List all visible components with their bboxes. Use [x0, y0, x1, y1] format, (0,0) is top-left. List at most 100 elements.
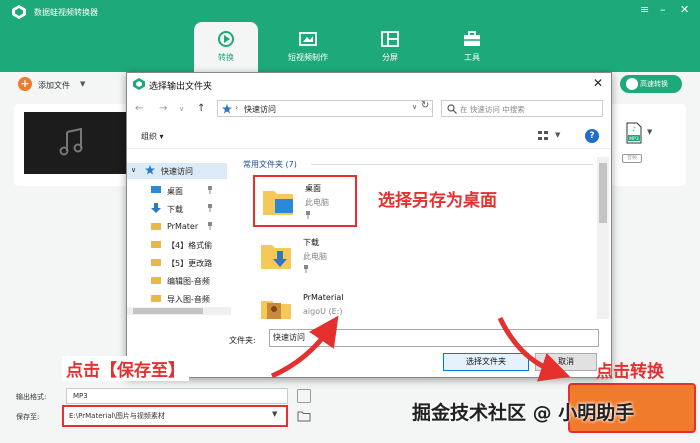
folder-location: 此电脑: [305, 198, 329, 207]
folder-name: 下载: [303, 238, 319, 247]
search-box[interactable]: 在 快速访问 中搜索: [441, 100, 603, 117]
organize-button[interactable]: 组织 ▾: [141, 131, 164, 142]
tab-label: 短视频制作: [288, 53, 328, 62]
minimize-icon[interactable]: –: [660, 3, 666, 16]
sidebar-item-label: 【5】更改路: [167, 259, 213, 268]
annotation-desktop-hint: 选择另存为桌面: [378, 191, 497, 211]
app-header: 数据蛙视频转换器 ≡ – ✕: [0, 0, 700, 72]
tab-label: 分屏: [382, 53, 398, 62]
music-note-icon: [59, 127, 83, 156]
menu-icon[interactable]: ≡: [640, 3, 649, 16]
convert-icon: [218, 31, 234, 47]
desktop-folder-icon: [263, 191, 293, 215]
dialog-titlebar: 选择输出文件夹 ✕: [127, 73, 611, 95]
search-icon: [447, 104, 457, 114]
split-screen-icon: [381, 31, 399, 47]
desktop-icon: [151, 186, 161, 193]
tab-toolbox[interactable]: 工具: [440, 22, 504, 72]
save-path-field[interactable]: E:\PrMaterial\图片与视频素材: [62, 405, 288, 427]
tab-video-maker[interactable]: 短视频制作: [276, 22, 340, 72]
select-folder-dialog: 选择输出文件夹 ✕ ← → ∨ ↑ › 快速访问 ∨ ↻ 在 快速访问 中搜索 …: [126, 72, 612, 378]
chevron-down-icon[interactable]: ∨: [179, 105, 184, 113]
star-icon: [145, 165, 155, 175]
select-folder-button[interactable]: 选择文件夹: [443, 353, 529, 371]
chevron-down-icon[interactable]: ▼: [272, 410, 277, 418]
view-options-icon[interactable]: [537, 130, 549, 142]
pin-icon: [208, 186, 212, 194]
breadcrumb-chevron-icon: ›: [235, 103, 239, 112]
tab-convert[interactable]: 转换: [194, 22, 258, 72]
audio-badge: 音频: [622, 154, 642, 163]
refresh-icon[interactable]: ↻: [421, 100, 429, 111]
video-maker-icon: [299, 32, 317, 46]
help-button[interactable]: ?: [585, 129, 599, 143]
folder-name: 桌面: [305, 184, 321, 193]
divider: [311, 164, 593, 165]
sidebar-item-label: 【4】格式偷: [167, 241, 213, 250]
annotation-save-hint: 点击【保存至】: [62, 356, 189, 381]
tab-label: 工具: [464, 53, 480, 62]
forward-arrow-icon[interactable]: →: [159, 103, 167, 114]
folder-icon: [151, 259, 161, 266]
folder-icon: [151, 223, 161, 230]
folder-tile-prmaterial[interactable]: PrMaterial aigoU (E:): [253, 287, 357, 319]
mp3-file-icon[interactable]: ♪ MP3: [626, 122, 642, 144]
pin-icon: [208, 204, 212, 212]
star-icon: [222, 104, 232, 114]
sidebar-item-label: 编辑图-音频: [167, 277, 210, 286]
scrollbar-thumb[interactable]: [133, 308, 203, 314]
chevron-down-icon[interactable]: ∨: [412, 103, 417, 111]
up-arrow-icon[interactable]: ↑: [197, 103, 205, 114]
close-icon[interactable]: ✕: [593, 76, 603, 90]
pin-icon: [306, 211, 310, 219]
folder-location: 此电脑: [303, 252, 327, 261]
horizontal-scrollbar[interactable]: [127, 307, 231, 315]
add-file-button[interactable]: +: [18, 77, 32, 91]
tab-split-screen[interactable]: 分屏: [358, 22, 422, 72]
open-folder-icon[interactable]: [297, 410, 311, 422]
back-arrow-icon[interactable]: ←: [135, 103, 143, 114]
save-to-label: 保存至:: [16, 413, 40, 421]
media-folder-icon: [261, 301, 291, 319]
app-logo-icon: [12, 5, 26, 19]
folder-content-pane: 常用文件夹 (7) 桌面 此电脑 下载 此电脑 PrMaterial aigoU…: [233, 153, 611, 319]
sidebar-item-label: PrMater: [167, 222, 199, 231]
chevron-down-icon[interactable]: ▼: [80, 80, 85, 88]
folder-icon: [151, 295, 161, 302]
chevron-down-icon[interactable]: ▼: [555, 131, 560, 139]
vertical-scrollbar[interactable]: [597, 157, 609, 319]
app-logo-icon: [133, 78, 145, 90]
folder-tile-desktop[interactable]: 桌面 此电脑: [253, 175, 357, 227]
add-file-label[interactable]: 添加文件: [38, 80, 70, 91]
expand-chevron-icon[interactable]: ∨: [131, 166, 136, 174]
folder-name-input[interactable]: 快速访问: [269, 329, 599, 347]
scrollbar-thumb[interactable]: [599, 163, 607, 223]
format-select[interactable]: MP3: [66, 388, 288, 404]
pin-icon: [304, 265, 308, 273]
address-bar[interactable]: › 快速访问 ∨: [217, 100, 433, 117]
folder-name: PrMaterial: [303, 293, 344, 302]
address-row: ← → ∨ ↑ › 快速访问 ∨ ↻ 在 快速访问 中搜索: [127, 97, 611, 121]
cancel-button[interactable]: 取消: [535, 353, 597, 371]
sidebar-item-label: 导入图-音频: [167, 295, 210, 304]
lightning-icon: [626, 78, 638, 90]
group-header[interactable]: 常用文件夹 (7): [243, 159, 297, 170]
sidebar-item-quick-access[interactable]: ∨ 快速访问: [127, 163, 227, 179]
fast-convert-button[interactable]: 高速转换: [620, 75, 682, 93]
address-text: 快速访问: [244, 105, 276, 114]
pin-icon: [208, 222, 212, 230]
folder-location: aigoU (E:): [303, 307, 343, 316]
folder-field-label: 文件夹:: [229, 336, 256, 345]
folder-tile-downloads[interactable]: 下载 此电脑: [253, 231, 357, 283]
sidebar-item-label: 下载: [167, 205, 183, 214]
close-icon[interactable]: ✕: [680, 3, 689, 16]
watermark: 掘金技术社区 @ 小明助手: [412, 402, 635, 424]
folder-icon: [151, 277, 161, 284]
chevron-down-icon[interactable]: ▼: [647, 128, 652, 136]
folder-icon: [151, 241, 161, 248]
gear-icon[interactable]: [297, 389, 311, 403]
dialog-title: 选择输出文件夹: [149, 82, 213, 92]
navigation-pane: ∨ 快速访问 桌面 下载 PrMater 【4】格式偷 【5】更改路 编辑图-音…: [127, 159, 231, 315]
fast-convert-label: 高速转换: [640, 80, 668, 88]
tab-label: 转换: [218, 53, 234, 62]
